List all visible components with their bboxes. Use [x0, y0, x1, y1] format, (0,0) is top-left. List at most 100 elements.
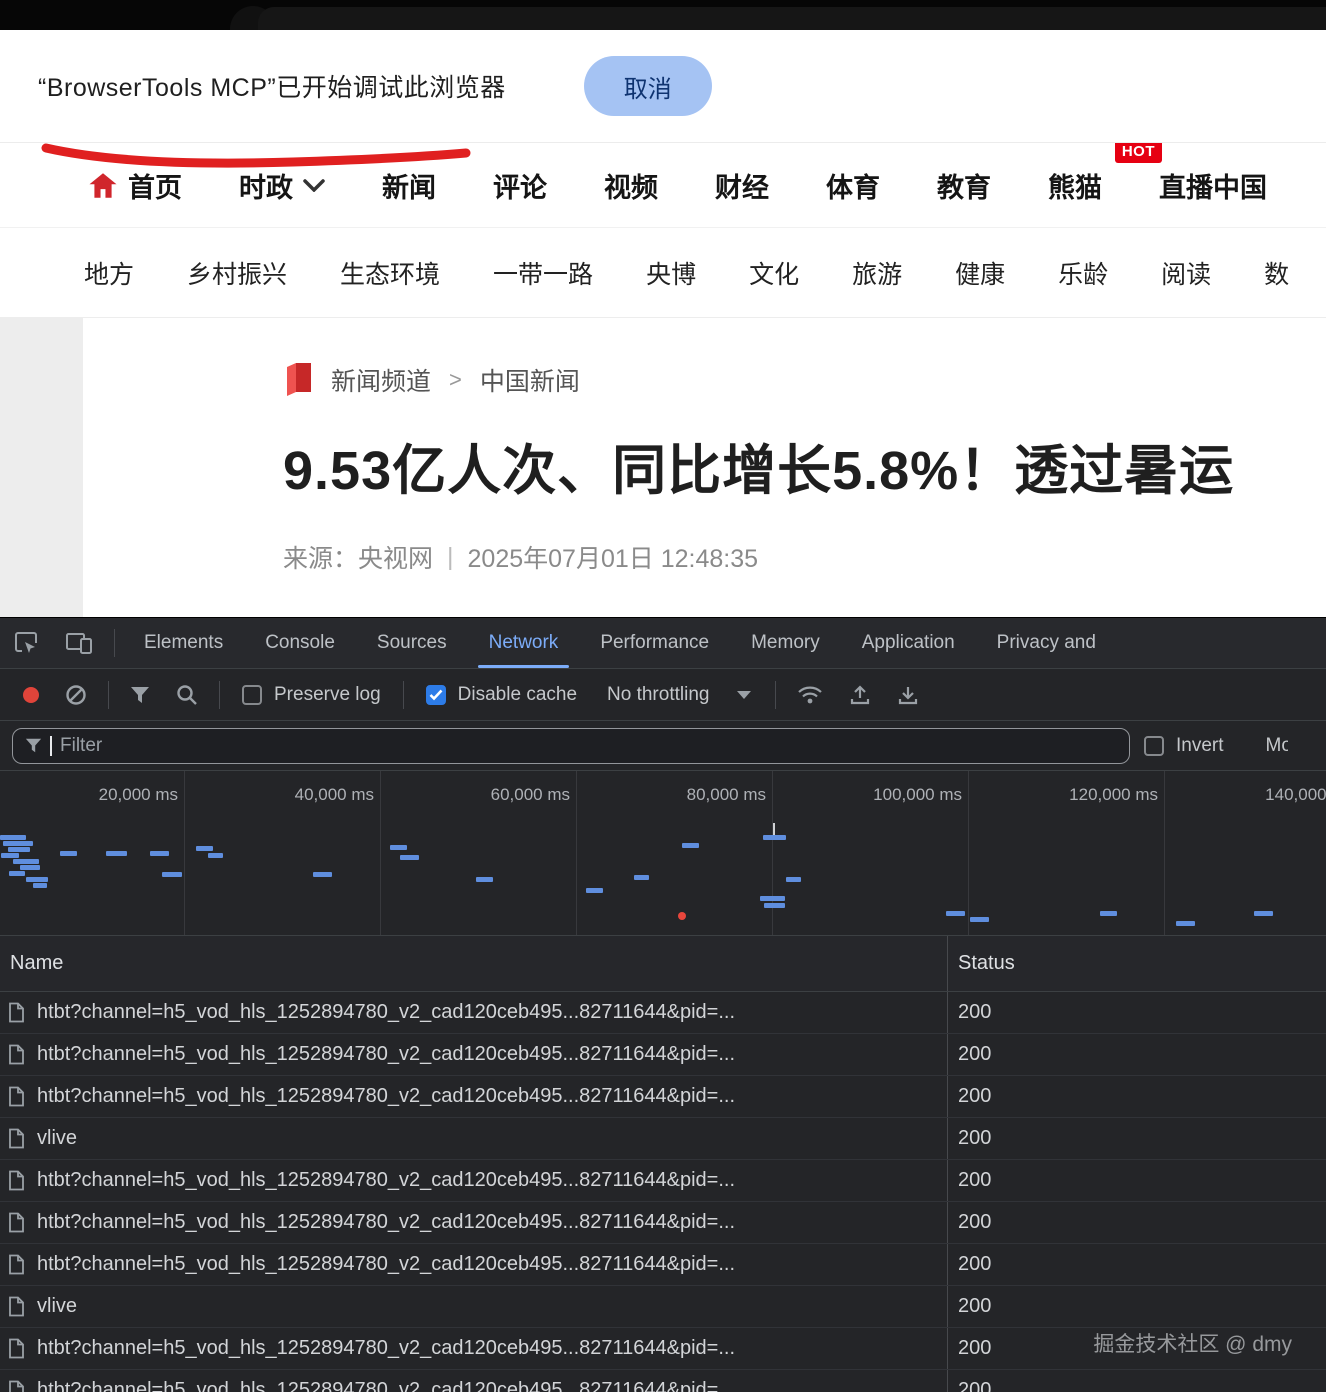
- waterfall-bar: [162, 872, 182, 877]
- export-har-icon[interactable]: [897, 684, 919, 706]
- tab-privacy-and[interactable]: Privacy and: [976, 618, 1117, 668]
- request-name-cell[interactable]: htbt?channel=h5_vod_hls_1252894780_v2_ca…: [0, 1076, 947, 1117]
- secondary-nav-item[interactable]: 地方: [84, 255, 134, 291]
- primary-nav-label: 直播中国: [1159, 172, 1267, 203]
- timeline-tick-label: 140,000 ms: [1265, 785, 1326, 804]
- secondary-nav-item[interactable]: 乡村振兴: [187, 255, 287, 291]
- network-toolbar: Preserve log Disable cache No throttling: [0, 669, 1326, 721]
- status-code: 200: [958, 1211, 992, 1233]
- primary-nav-item[interactable]: 教育: [937, 166, 991, 205]
- table-row[interactable]: htbt?channel=h5_vod_hls_1252894780_v2_ca…: [0, 1244, 1326, 1286]
- tab-performance[interactable]: Performance: [579, 618, 730, 668]
- device-toolbar-icon[interactable]: [65, 631, 93, 655]
- request-name-cell[interactable]: vlive: [0, 1286, 947, 1327]
- table-row[interactable]: htbt?channel=h5_vod_hls_1252894780_v2_ca…: [0, 1034, 1326, 1076]
- infobar-message: “BrowserTools MCP”已开始调试此浏览器: [38, 74, 506, 102]
- article-headline: 9.53亿人次、同比增长5.8%！透过暑运: [283, 441, 1235, 501]
- tab-elements[interactable]: Elements: [123, 618, 244, 668]
- request-name-cell[interactable]: htbt?channel=h5_vod_hls_1252894780_v2_ca…: [0, 992, 947, 1033]
- search-icon[interactable]: [176, 684, 198, 706]
- tab-application[interactable]: Application: [841, 618, 976, 668]
- secondary-nav: 地方 乡村振兴 生态环境 一带一路 央博 文化 旅游 健康 乐龄 阅读 数: [0, 228, 1326, 318]
- table-row[interactable]: htbt?channel=h5_vod_hls_1252894780_v2_ca…: [0, 1202, 1326, 1244]
- secondary-nav-item[interactable]: 生态环境: [340, 255, 440, 291]
- primary-nav-item[interactable]: 新闻: [382, 166, 436, 205]
- tab-sources[interactable]: Sources: [356, 618, 468, 668]
- devtools-tabbar: Elements Console Sources Network Performance…: [0, 618, 1326, 669]
- filter-input[interactable]: [12, 727, 1130, 764]
- waterfall-bar: [150, 851, 169, 856]
- request-name-cell[interactable]: htbt?channel=h5_vod_hls_1252894780_v2_ca…: [0, 1244, 947, 1285]
- secondary-nav-item[interactable]: 一带一路: [493, 255, 593, 291]
- primary-nav-item[interactable]: 时政: [239, 166, 325, 205]
- chevron-down-icon: [737, 690, 752, 699]
- browser-tab[interactable]: [258, 7, 1326, 30]
- secondary-nav-item[interactable]: 文化: [749, 255, 799, 291]
- request-name-cell[interactable]: htbt?channel=h5_vod_hls_1252894780_v2_ca…: [0, 1370, 947, 1392]
- secondary-nav-item[interactable]: 数: [1264, 255, 1289, 291]
- primary-nav-label: 视频: [604, 172, 658, 203]
- primary-nav-item[interactable]: 熊猫 HOT: [1048, 143, 1162, 205]
- waterfall-bar: [9, 871, 25, 876]
- table-row[interactable]: htbt?channel=h5_vod_hls_1252894780_v2_ca…: [0, 992, 1326, 1034]
- import-har-icon[interactable]: [849, 684, 871, 706]
- timeline-cursor: [773, 823, 775, 835]
- primary-nav-item[interactable]: 评论: [493, 166, 547, 205]
- waterfall-bar: [20, 865, 40, 870]
- network-overview[interactable]: 20,000 ms 40,000 ms 60,000 ms 80,000 ms 100,…: [0, 771, 1326, 936]
- request-name-cell[interactable]: htbt?channel=h5_vod_hls_1252894780_v2_ca…: [0, 1160, 947, 1201]
- primary-nav-label: 体育: [826, 172, 880, 203]
- request-name-cell[interactable]: htbt?channel=h5_vod_hls_1252894780_v2_ca…: [0, 1202, 947, 1243]
- tab-label: Application: [861, 632, 955, 653]
- secondary-nav-item[interactable]: 旅游: [852, 255, 902, 291]
- disable-cache-checkbox[interactable]: Disable cache: [425, 684, 577, 706]
- request-status-cell: 200: [947, 1202, 1326, 1243]
- breadcrumb-section[interactable]: 新闻频道: [331, 362, 431, 398]
- table-row[interactable]: htbt?channel=h5_vod_hls_1252894780_v2_ca…: [0, 1370, 1326, 1392]
- table-row[interactable]: htbt?channel=h5_vod_hls_1252894780_v2_ca…: [0, 1160, 1326, 1202]
- page-gutter: [0, 318, 83, 617]
- tab-memory[interactable]: Memory: [730, 618, 841, 668]
- primary-nav-item[interactable]: 体育: [826, 166, 880, 205]
- table-row[interactable]: htbt?channel=h5_vod_hls_1252894780_v2_ca…: [0, 1076, 1326, 1118]
- cancel-button[interactable]: 取消: [583, 56, 712, 116]
- text-caret: [50, 735, 52, 756]
- request-name-cell[interactable]: vlive: [0, 1118, 947, 1159]
- more-filters-label[interactable]: More filters: [1266, 735, 1288, 757]
- primary-nav-label: 评论: [493, 172, 547, 203]
- inspect-element-icon[interactable]: [13, 630, 39, 656]
- breadcrumb-page[interactable]: 中国新闻: [480, 362, 580, 398]
- error-dot: [678, 912, 686, 920]
- secondary-nav-item[interactable]: 央博: [646, 255, 696, 291]
- preserve-log-checkbox[interactable]: Preserve log: [242, 684, 381, 706]
- primary-nav-item[interactable]: 直播中国: [1159, 166, 1267, 205]
- request-name: vlive: [37, 1295, 78, 1317]
- request-name: htbt?channel=h5_vod_hls_1252894780_v2_ca…: [37, 1169, 736, 1191]
- clear-icon[interactable]: [65, 684, 87, 706]
- tab-network[interactable]: Network: [468, 618, 580, 668]
- tab-console[interactable]: Console: [244, 618, 356, 668]
- table-row[interactable]: vlive 200: [0, 1118, 1326, 1160]
- throttling-select[interactable]: No throttling: [607, 684, 752, 706]
- filter-text-input[interactable]: [60, 734, 1117, 757]
- tab-label: Network: [488, 632, 559, 653]
- secondary-nav-item[interactable]: 健康: [955, 255, 1005, 291]
- request-name-cell[interactable]: htbt?channel=h5_vod_hls_1252894780_v2_ca…: [0, 1328, 947, 1369]
- table-row[interactable]: vlive 200: [0, 1286, 1326, 1328]
- record-icon[interactable]: [23, 686, 39, 703]
- primary-nav-item[interactable]: 首页: [88, 166, 182, 205]
- column-header-name[interactable]: Name: [0, 936, 947, 991]
- column-header-status[interactable]: Status: [947, 936, 1326, 991]
- network-conditions-icon[interactable]: [797, 684, 823, 706]
- primary-nav-item[interactable]: 视频: [604, 166, 658, 205]
- primary-nav-item[interactable]: 财经: [715, 166, 769, 205]
- invert-checkbox[interactable]: Invert: [1144, 735, 1224, 757]
- filter-icon[interactable]: [130, 685, 150, 705]
- screen: “BrowserTools MCP”已开始调试此浏览器 取消 首页 时政 新闻 评论 视…: [0, 0, 1326, 1392]
- secondary-nav-item[interactable]: 乐龄: [1058, 255, 1108, 291]
- secondary-nav-item[interactable]: 阅读: [1161, 255, 1211, 291]
- table-row[interactable]: htbt?channel=h5_vod_hls_1252894780_v2_ca…: [0, 1328, 1326, 1370]
- request-status-cell: 200: [947, 1244, 1326, 1285]
- request-name-cell[interactable]: htbt?channel=h5_vod_hls_1252894780_v2_ca…: [0, 1034, 947, 1075]
- primary-nav-label: 熊猫: [1048, 172, 1102, 203]
